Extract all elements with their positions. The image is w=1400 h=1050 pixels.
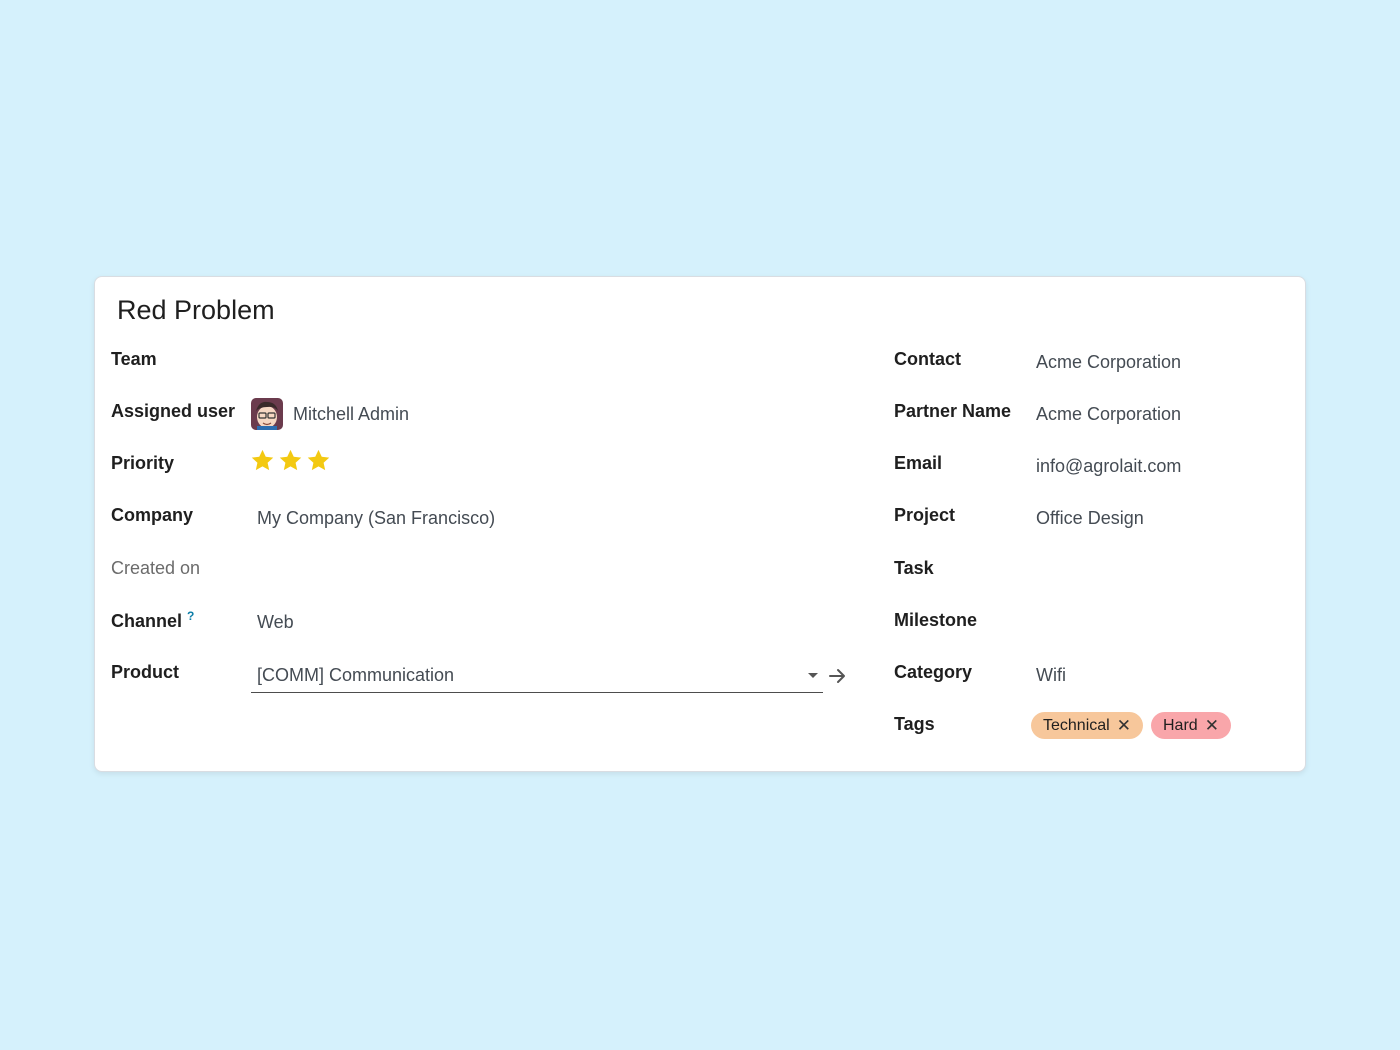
channel-label: Channel? [111,609,194,632]
star-icon[interactable] [306,448,331,473]
tag-label: Technical [1043,716,1110,734]
company-value[interactable]: My Company (San Francisco) [257,508,495,529]
chevron-down-icon[interactable] [808,673,818,678]
priority-stars[interactable] [250,448,331,473]
tag-label: Hard [1163,716,1198,734]
assigned-user-value[interactable]: Mitchell Admin [293,404,409,425]
tag-technical[interactable]: Technical ✕ [1031,712,1143,739]
record-title[interactable]: Red Problem [117,295,275,326]
arrow-right-icon[interactable] [828,666,848,686]
contact-label: Contact [894,349,961,369]
created-on-label: Created on [111,558,201,578]
team-label: Team [111,349,157,369]
star-icon[interactable] [250,448,275,473]
task-label: Task [894,558,934,578]
category-value[interactable]: Wifi [1036,665,1066,686]
help-icon[interactable]: ? [187,609,194,623]
close-icon[interactable]: ✕ [1117,717,1131,734]
company-label: Company [111,505,194,525]
channel-value[interactable]: Web [257,612,294,633]
priority-label: Priority [111,453,175,473]
star-icon[interactable] [278,448,303,473]
tags-label: Tags [894,714,935,734]
product-value[interactable]: [COMM] Communication [257,665,454,686]
partner-name-value[interactable]: Acme Corporation [1036,404,1181,425]
contact-value[interactable]: Acme Corporation [1036,352,1181,373]
close-icon[interactable]: ✕ [1205,717,1219,734]
partner-name-label: Partner Name [894,401,1012,421]
tag-hard[interactable]: Hard ✕ [1151,712,1231,739]
project-label: Project [894,505,956,525]
record-form-card: Red Problem Team Assigned user Mitchell … [94,276,1306,772]
milestone-label: Milestone [894,610,978,630]
email-value[interactable]: info@agrolait.com [1036,456,1181,477]
category-label: Category [894,662,973,682]
email-label: Email [894,453,943,473]
project-value[interactable]: Office Design [1036,508,1144,529]
user-avatar[interactable] [251,398,283,430]
product-input[interactable]: [COMM] Communication [251,661,823,693]
assigned-user-label: Assigned user [111,401,236,421]
channel-label-text: Channel [111,611,183,631]
product-label: Product [111,662,180,682]
